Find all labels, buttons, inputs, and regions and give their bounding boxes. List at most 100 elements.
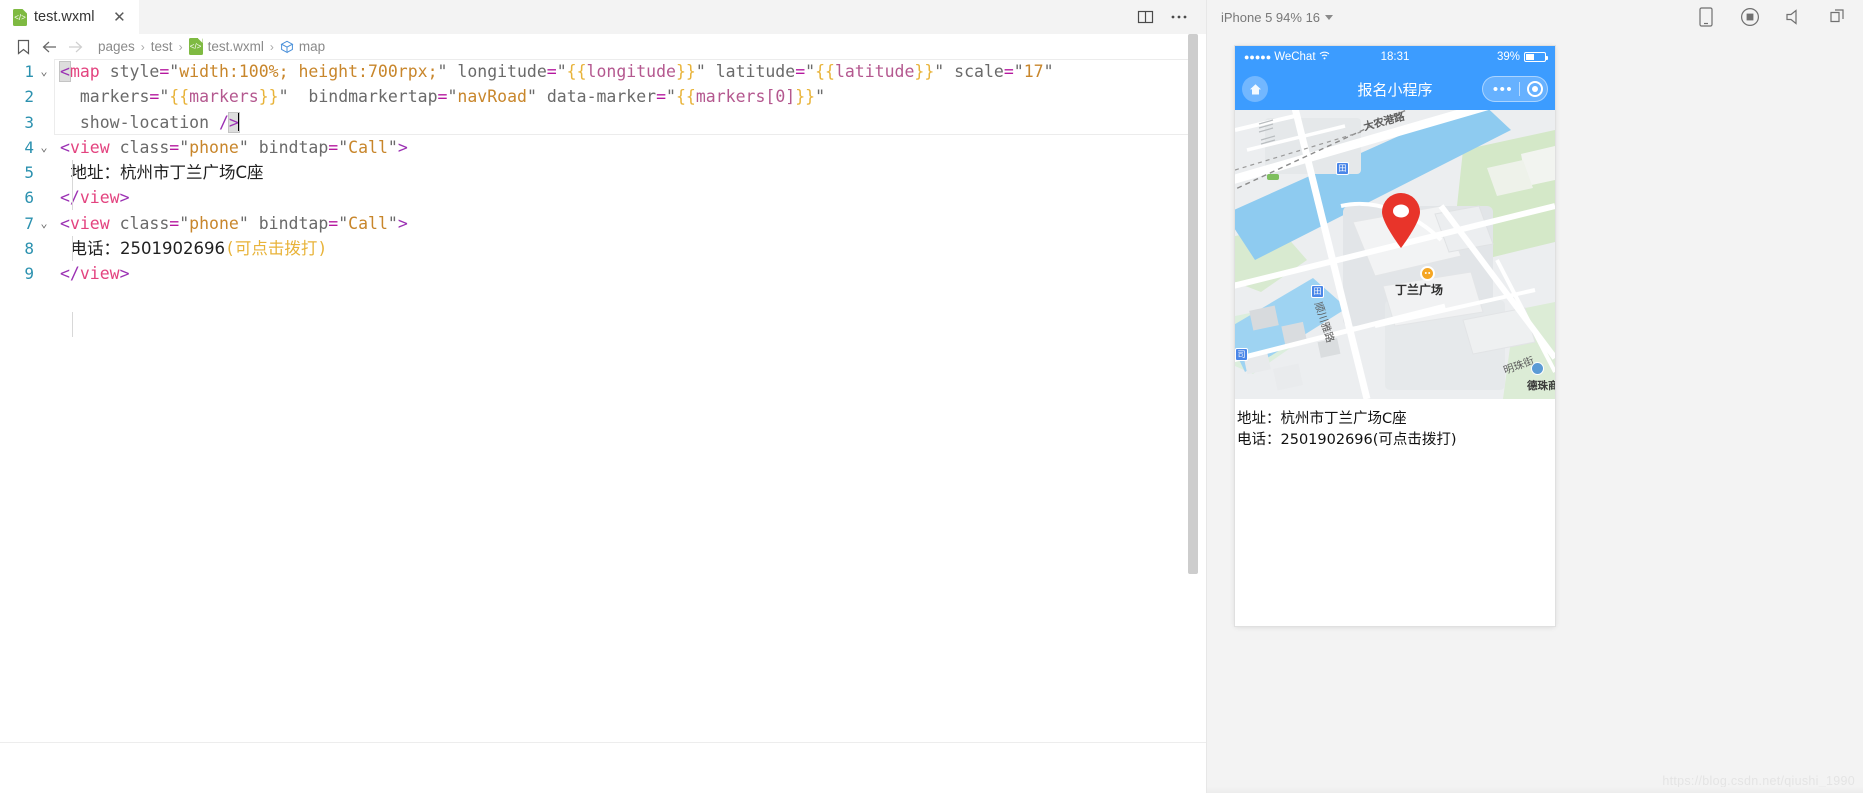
share-icon[interactable] bbox=[1827, 6, 1849, 28]
code-token: " bbox=[805, 62, 816, 81]
code-token: < bbox=[60, 213, 70, 233]
code-token: longitude bbox=[586, 62, 676, 81]
simulator-toolbar: iPhone 5 94% 16 bbox=[1207, 0, 1863, 34]
breadcrumb-label: test bbox=[150, 39, 173, 54]
breadcrumb-label: map bbox=[298, 39, 326, 54]
code-token: }} bbox=[795, 87, 816, 107]
volume-icon[interactable] bbox=[1783, 6, 1805, 28]
code-token: 电话：2501902696 bbox=[60, 239, 225, 259]
more-actions-icon[interactable] bbox=[1164, 2, 1194, 32]
editor-scrollbar[interactable] bbox=[1188, 34, 1198, 594]
more-dots-icon[interactable]: ••• bbox=[1487, 82, 1519, 97]
split-editor-icon[interactable] bbox=[1130, 2, 1160, 32]
line-number: 8 bbox=[24, 239, 34, 259]
code-token: " bbox=[526, 87, 537, 107]
carrier-label: WeChat bbox=[1274, 51, 1316, 63]
tab-test-wxml[interactable]: </> test.wxml ✕ bbox=[0, 0, 141, 34]
code-token: " bbox=[159, 87, 170, 107]
code-token: " bbox=[387, 213, 398, 233]
code-line: 1 ⌄ <map style="width:100%; height:700rpx;… bbox=[0, 59, 1206, 84]
line-number: 2 bbox=[24, 87, 34, 107]
code-token: {{ bbox=[815, 62, 835, 81]
status-carrier-group: ●●●●● WeChat bbox=[1244, 51, 1330, 63]
code-token: bindmarkertap bbox=[308, 87, 438, 107]
metro-station-icon[interactable]: 司 bbox=[1235, 348, 1248, 361]
code-line: 7 ⌄ <view class="phone" bindtap="Call"> bbox=[0, 211, 1206, 236]
code-token: </ bbox=[60, 188, 80, 208]
fold-chevron-icon[interactable]: ⌄ bbox=[34, 59, 54, 84]
record-icon[interactable] bbox=[1739, 6, 1761, 28]
code-token: = bbox=[169, 213, 180, 233]
breadcrumb-item-pages[interactable]: pages bbox=[98, 39, 135, 54]
code-text: <view class="phone" bindtap="Call"> bbox=[54, 135, 408, 160]
capsule-button[interactable]: ••• bbox=[1482, 76, 1548, 102]
nav-back-icon[interactable] bbox=[36, 36, 62, 58]
bookmark-icon[interactable] bbox=[10, 36, 36, 58]
metro-station-icon[interactable]: 田 bbox=[1336, 162, 1349, 175]
code-token: " bbox=[437, 62, 448, 81]
metro-station-icon[interactable]: 田 bbox=[1311, 285, 1324, 298]
breadcrumb-item-test-wxml[interactable]: </> test.wxml bbox=[188, 38, 264, 55]
breadcrumb-item-map[interactable]: map bbox=[280, 39, 325, 54]
code-token: = bbox=[795, 62, 806, 81]
breadcrumb-item-test[interactable]: test bbox=[151, 39, 173, 54]
line-number: 1 bbox=[24, 62, 34, 81]
home-icon[interactable] bbox=[1242, 76, 1268, 102]
code-token: = bbox=[546, 62, 557, 81]
code-line: 2 markers="{{markers}}" bindmarkertap="n… bbox=[0, 84, 1206, 109]
code-text: 电话：2501902696(可点击拨打) bbox=[54, 236, 327, 261]
code-token: = bbox=[149, 87, 160, 107]
code-token: = bbox=[328, 137, 339, 157]
code-token: class bbox=[119, 213, 170, 233]
code-token: / bbox=[218, 112, 229, 132]
line-number: 3 bbox=[24, 112, 34, 132]
breadcrumb-label: test.wxml bbox=[207, 39, 264, 54]
code-editor[interactable]: 1 ⌄ <map style="width:100%; height:700rpx;… bbox=[0, 59, 1206, 793]
code-token: " bbox=[934, 62, 945, 81]
tab-label: test.wxml bbox=[34, 9, 95, 25]
code-token: > bbox=[397, 213, 408, 233]
code-token: class bbox=[119, 137, 170, 157]
code-token: {{ bbox=[675, 87, 696, 107]
app-root: </> test.wxml ✕ pages › test › </> test.… bbox=[0, 0, 1863, 793]
map-pin-marker[interactable] bbox=[1379, 193, 1423, 249]
code-token: (可点击拨打) bbox=[224, 239, 328, 259]
code-token: phone bbox=[189, 213, 239, 233]
device-selector[interactable]: iPhone 5 94% 16 bbox=[1221, 10, 1334, 25]
map-view[interactable]: 大农港路 顺川雅路 明珠街 德珠商务 田 田 司 丁兰广场 bbox=[1235, 110, 1555, 399]
target-icon[interactable] bbox=[1527, 81, 1543, 97]
code-text: show-location /> bbox=[54, 110, 240, 135]
nav-forward-icon[interactable] bbox=[62, 36, 88, 58]
code-token: " bbox=[1043, 62, 1054, 81]
phone-simulator: ●●●●● WeChat 18:31 39% 报名小程序 ••• 大农港路 顺川… bbox=[1235, 46, 1555, 626]
poi-marker-icon[interactable] bbox=[1420, 266, 1435, 281]
map-poi-label: 德珠商务 bbox=[1527, 380, 1555, 392]
code-token: " bbox=[447, 87, 458, 107]
phone-text[interactable]: 电话：2501902696(可点击拨打) bbox=[1237, 430, 1555, 451]
watermark: https://blog.csdn.net/qiushi_1990 bbox=[1662, 774, 1855, 788]
cube-icon bbox=[280, 40, 294, 54]
code-token: </ bbox=[60, 264, 80, 284]
fold-chevron-icon[interactable]: ⌄ bbox=[34, 135, 54, 160]
close-icon[interactable]: ✕ bbox=[111, 9, 127, 25]
fold-chevron-icon[interactable]: ⌄ bbox=[34, 211, 54, 236]
address-text[interactable]: 地址：杭州市丁兰广场C座 bbox=[1237, 409, 1555, 430]
poi-icon-blue[interactable] bbox=[1531, 362, 1544, 375]
scrollbar-thumb[interactable] bbox=[1188, 34, 1198, 574]
editor-tab-strip: </> test.wxml ✕ bbox=[0, 0, 1206, 34]
code-token: scale bbox=[954, 62, 1004, 81]
code-token: " bbox=[169, 62, 180, 81]
code-token: data-marker bbox=[546, 87, 657, 107]
code-token: markers bbox=[60, 87, 150, 107]
indent-guide bbox=[72, 185, 73, 210]
code-token: " bbox=[238, 213, 249, 233]
code-token: > bbox=[119, 264, 130, 284]
code-token: 地址：杭州市丁兰广场C座 bbox=[60, 163, 264, 183]
phone-status-bar: ●●●●● WeChat 18:31 39% bbox=[1235, 46, 1555, 68]
device-toggle-icon[interactable] bbox=[1695, 6, 1717, 28]
line-number: 5 bbox=[24, 163, 34, 183]
code-text: </view> bbox=[54, 261, 130, 286]
battery-icon bbox=[1524, 52, 1548, 62]
line-number: 7 bbox=[24, 213, 34, 233]
